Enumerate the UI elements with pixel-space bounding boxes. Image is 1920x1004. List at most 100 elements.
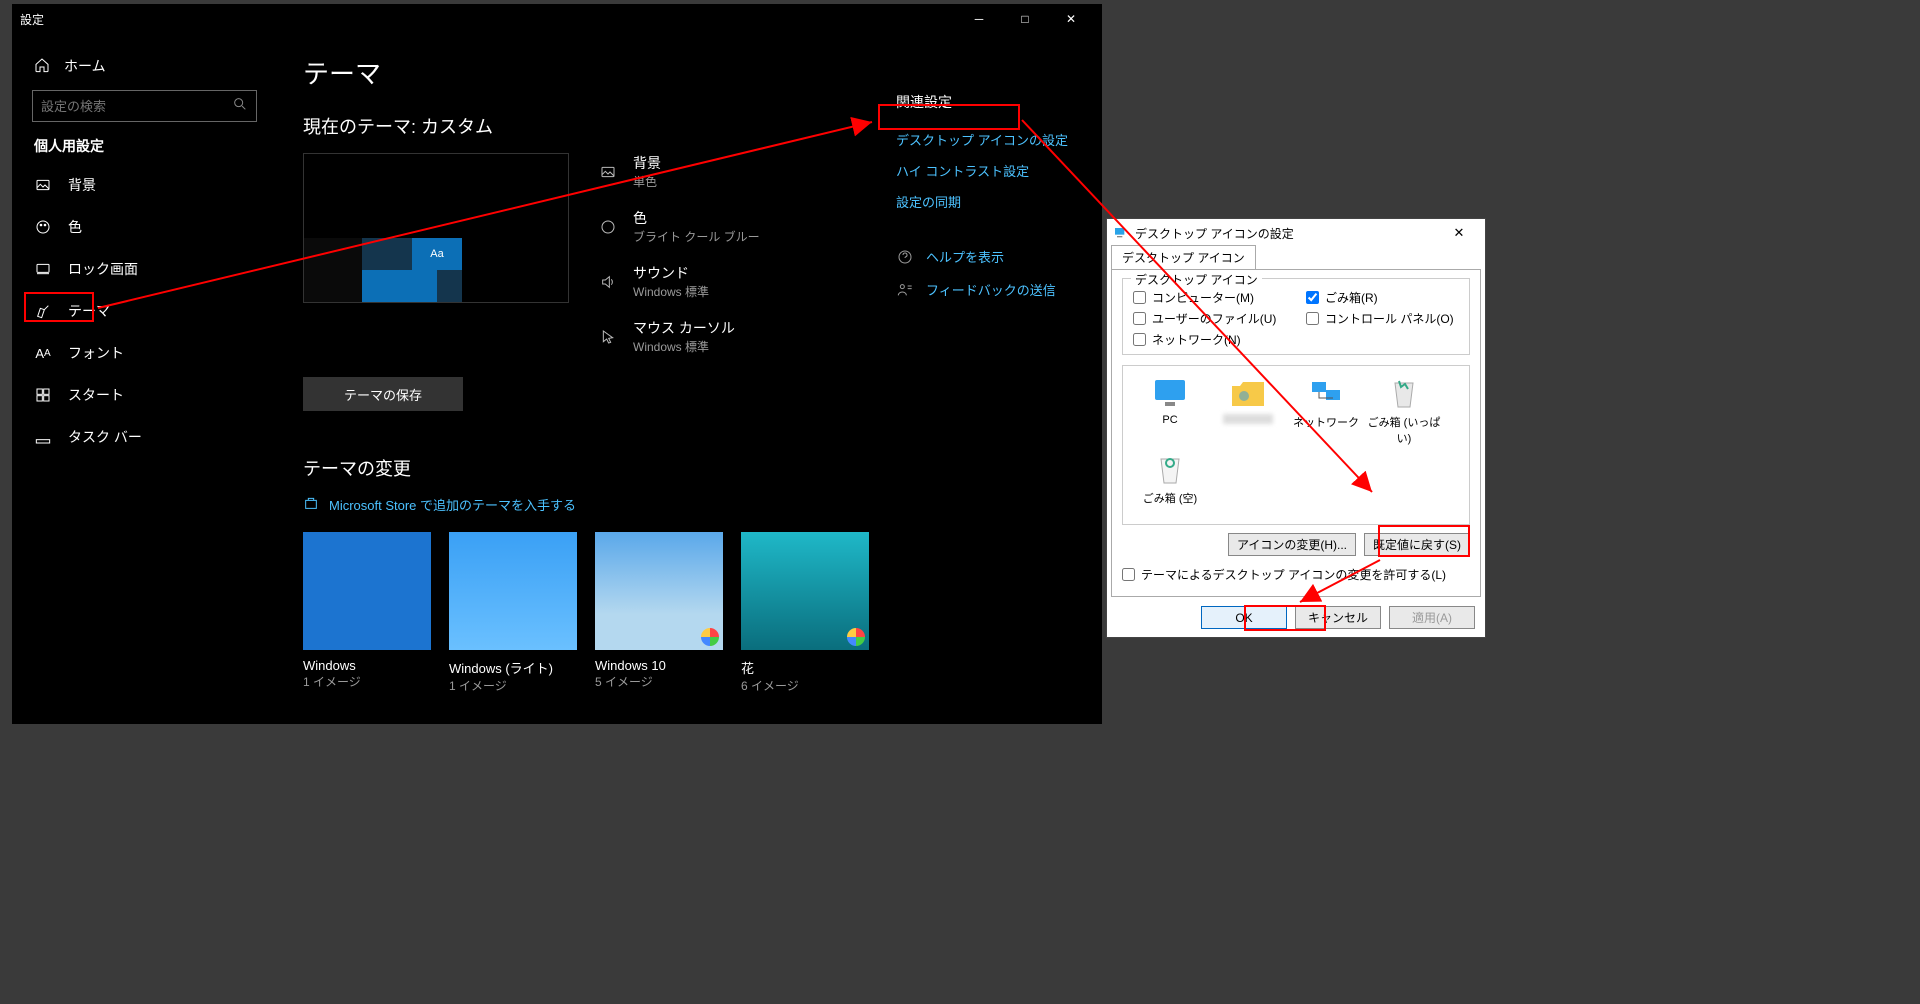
icon-pc[interactable]: PC: [1131, 376, 1209, 446]
theme-count: 1 イメージ: [303, 673, 431, 690]
store-link[interactable]: Microsoft Store で追加のテーマを入手する: [303, 495, 1076, 514]
check-controlpanel[interactable]: コントロール パネル(O): [1306, 310, 1459, 327]
theme-name: Windows: [303, 658, 431, 673]
icon-label: [1223, 414, 1273, 424]
theme-card[interactable]: 花 6 イメージ: [741, 532, 869, 694]
user-folder-icon: [1229, 376, 1267, 410]
checkbox[interactable]: [1306, 312, 1319, 325]
sidebar-item-lockscreen[interactable]: ロック画面: [12, 248, 277, 290]
check-label: コントロール パネル(O): [1325, 310, 1454, 327]
prop-label: 背景: [633, 153, 661, 173]
prop-sound[interactable]: サウンドWindows 標準: [597, 263, 760, 300]
sidebar-section-header: 個人用設定: [12, 136, 277, 164]
sidebar-item-colors[interactable]: 色: [12, 206, 277, 248]
prop-value: ブライト クール ブルー: [633, 228, 760, 245]
sidebar-item-start[interactable]: スタート: [12, 374, 277, 416]
picture-icon: [597, 161, 619, 183]
theme-count: 5 イメージ: [595, 673, 723, 690]
prop-value: 単色: [633, 173, 661, 190]
check-computer[interactable]: コンピューター(M): [1133, 289, 1286, 306]
icon-recycle-empty[interactable]: ごみ箱 (空): [1131, 452, 1209, 506]
sidebar-item-fonts[interactable]: AA フォント: [12, 332, 277, 374]
feedback-label: フィードバックの送信: [926, 280, 1056, 299]
change-theme-header: テーマの変更: [303, 455, 1076, 481]
check-recycle[interactable]: ごみ箱(R): [1306, 289, 1459, 306]
icon-label: ごみ箱 (空): [1143, 490, 1197, 506]
window-title: 設定: [20, 11, 44, 28]
font-icon: AA: [34, 344, 52, 362]
store-link-label: Microsoft Store で追加のテーマを入手する: [329, 495, 576, 514]
feedback-icon: [896, 282, 914, 298]
check-userfiles[interactable]: ユーザーのファイル(U): [1133, 310, 1286, 327]
sidebar-item-themes[interactable]: テーマ: [12, 290, 277, 332]
dialog-icon: [1113, 224, 1129, 243]
theme-card[interactable]: Windows 1 イメージ: [303, 532, 431, 694]
icon-user[interactable]: [1209, 376, 1287, 446]
sidebar-item-background[interactable]: 背景: [12, 164, 277, 206]
desktop-icons-group: デスクトップ アイコン コンピューター(M) ごみ箱(R) ユーザーのファイル(…: [1122, 278, 1470, 355]
link-sync[interactable]: 設定の同期: [896, 186, 1076, 217]
recycle-empty-icon: [1151, 452, 1189, 486]
restore-defaults-button[interactable]: 既定値に戻す(S): [1364, 533, 1470, 556]
theme-thumbnail: [741, 532, 869, 650]
permit-theme-change[interactable]: テーマによるデスクトップ アイコンの変更を許可する(L): [1122, 566, 1470, 583]
tab-desktop-icons[interactable]: デスクトップ アイコン: [1111, 245, 1256, 269]
network-icon: [1307, 376, 1345, 410]
check-label: ごみ箱(R): [1325, 289, 1378, 306]
checkbox[interactable]: [1306, 291, 1319, 304]
prop-label: サウンド: [633, 263, 709, 283]
sidebar-item-label: タスク バー: [68, 427, 142, 447]
search-input[interactable]: [41, 99, 227, 114]
prop-background[interactable]: 背景単色: [597, 153, 760, 190]
theme-name: Windows 10: [595, 658, 723, 673]
checkbox[interactable]: [1133, 291, 1146, 304]
permit-label: テーマによるデスクトップ アイコンの変更を許可する(L): [1141, 566, 1446, 583]
sidebar-search: [32, 90, 257, 122]
theme-thumbnail: [303, 532, 431, 650]
feedback-link[interactable]: フィードバックの送信: [896, 280, 1076, 299]
theme-name: Windows (ライト): [449, 658, 577, 677]
theme-properties: 背景単色 色ブライト クール ブルー サウンドWindows 標準 マウス カー…: [597, 153, 760, 355]
prop-color[interactable]: 色ブライト クール ブルー: [597, 208, 760, 245]
theme-card[interactable]: Windows 10 5 イメージ: [595, 532, 723, 694]
close-button[interactable]: ✕: [1048, 4, 1094, 34]
check-network[interactable]: ネットワーク(N): [1133, 331, 1286, 348]
related-settings: 関連設定 デスクトップ アイコンの設定 ハイ コントラスト設定 設定の同期 ヘル…: [896, 92, 1076, 299]
sidebar: ホーム 個人用設定 背景 色 ロック画面: [12, 34, 277, 724]
theme-thumbnail: [449, 532, 577, 650]
theme-thumbnail: [595, 532, 723, 650]
ok-button[interactable]: OK: [1201, 606, 1287, 629]
main-panel: テーマ 現在のテーマ: カスタム Aa 背景: [277, 34, 1102, 724]
icon-recycle-full[interactable]: ごみ箱 (いっぱい): [1365, 376, 1443, 446]
dialog-close-button[interactable]: ✕: [1439, 219, 1479, 247]
apply-button[interactable]: 適用(A): [1389, 606, 1475, 629]
sound-icon: [597, 271, 619, 293]
link-desktop-icons[interactable]: デスクトップ アイコンの設定: [896, 124, 1076, 155]
desktop-icon-settings-dialog: デスクトップ アイコンの設定 ✕ デスクトップ アイコン デスクトップ アイコン…: [1106, 218, 1486, 638]
checkbox[interactable]: [1122, 568, 1135, 581]
checkbox[interactable]: [1133, 312, 1146, 325]
minimize-button[interactable]: ─: [956, 4, 1002, 34]
link-high-contrast[interactable]: ハイ コントラスト設定: [896, 155, 1076, 186]
sidebar-item-label: スタート: [68, 385, 124, 405]
palette-icon: [597, 216, 619, 238]
dialog-panel: デスクトップ アイコン コンピューター(M) ごみ箱(R) ユーザーのファイル(…: [1111, 269, 1481, 597]
dialog-footer: OK キャンセル 適用(A): [1107, 606, 1485, 629]
prop-cursor[interactable]: マウス カーソルWindows 標準: [597, 318, 760, 355]
checkbox[interactable]: [1133, 333, 1146, 346]
icon-network[interactable]: ネットワーク: [1287, 376, 1365, 446]
start-icon: [34, 386, 52, 404]
sidebar-item-taskbar[interactable]: タスク バー: [12, 416, 277, 458]
save-theme-button[interactable]: テーマの保存: [303, 377, 463, 411]
maximize-button[interactable]: □: [1002, 4, 1048, 34]
help-link[interactable]: ヘルプを表示: [896, 247, 1076, 266]
theme-card[interactable]: Windows (ライト) 1 イメージ: [449, 532, 577, 694]
cancel-button[interactable]: キャンセル: [1295, 606, 1381, 629]
check-label: ネットワーク(N): [1152, 331, 1241, 348]
home-link[interactable]: ホーム: [12, 46, 277, 86]
dialog-tabbar: デスクトップ アイコン: [1107, 247, 1485, 269]
sidebar-item-label: テーマ: [68, 301, 110, 321]
search-icon: [232, 96, 248, 117]
taskbar-icon: [34, 428, 52, 446]
change-icon-button[interactable]: アイコンの変更(H)...: [1228, 533, 1356, 556]
